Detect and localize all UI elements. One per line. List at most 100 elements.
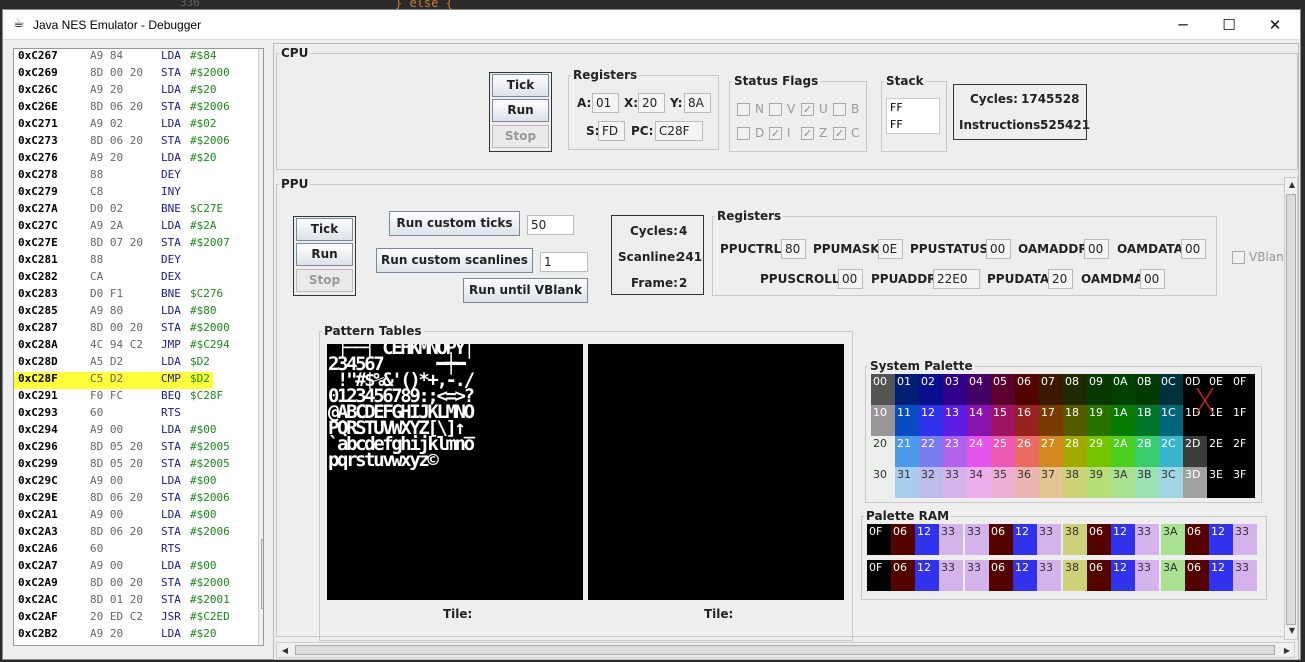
flag-checkbox[interactable]: ✓ bbox=[801, 103, 814, 116]
palette-color-cell[interactable]: 1A bbox=[1111, 405, 1135, 436]
palette-ram-cell[interactable]: 38 bbox=[1063, 560, 1087, 591]
disassembly-row[interactable]: 0xC267 A9 84 LDA #$84 bbox=[14, 49, 263, 66]
palette-color-cell[interactable]: 1F bbox=[1231, 405, 1255, 436]
palette-ram-cell[interactable]: 06 bbox=[891, 560, 915, 591]
palette-color-cell[interactable]: 13 bbox=[943, 405, 967, 436]
palette-color-cell[interactable]: 0A bbox=[1111, 374, 1135, 405]
disassembly-row[interactable]: 0xC29E 8D 06 20 STA #$2006 bbox=[14, 491, 263, 508]
palette-color-cell[interactable]: 04 bbox=[967, 374, 991, 405]
palette-ram-cell[interactable]: 06 bbox=[1087, 560, 1111, 591]
palette-color-cell[interactable]: 00 bbox=[871, 374, 895, 405]
palette-ram-cell[interactable]: 12 bbox=[915, 560, 939, 591]
palette-color-cell[interactable]: 36 bbox=[1015, 467, 1039, 498]
reg-pc-field[interactable]: C28F bbox=[655, 121, 703, 141]
palette-ram-cell[interactable]: 33 bbox=[965, 524, 989, 555]
ppu-stop-button[interactable]: Stop bbox=[296, 269, 353, 292]
palette-color-cell[interactable]: 31 bbox=[895, 467, 919, 498]
stack-list[interactable]: FF FF bbox=[886, 98, 940, 134]
palette-ram-cell[interactable]: 3A bbox=[1161, 524, 1185, 555]
disassembly-row[interactable]: 0xC293 60 RTS bbox=[14, 406, 263, 423]
disassembly-row[interactable]: 0xC283 D0 F1 BNE $C276 bbox=[14, 287, 263, 304]
palette-color-cell[interactable]: 38 bbox=[1063, 467, 1087, 498]
palette-color-cell[interactable]: 30 bbox=[871, 467, 895, 498]
ppu-tick-button[interactable]: Tick bbox=[296, 218, 353, 241]
palette-color-cell[interactable]: 3D bbox=[1183, 467, 1207, 498]
palette-ram-grid[interactable]: 0F 06 12 33 33 06 12 33 38 06 12 33 3A 06 12 33 0F 06 12 33… bbox=[867, 524, 1263, 594]
vblank-checkbox[interactable] bbox=[1232, 251, 1245, 264]
palette-color-cell[interactable]: 02 bbox=[919, 374, 943, 405]
flag-checkbox[interactable]: ✓ bbox=[801, 127, 814, 140]
palette-color-cell[interactable]: 01 bbox=[895, 374, 919, 405]
ppu-run-button[interactable]: Run bbox=[296, 243, 353, 266]
palette-ram-cell[interactable]: 06 bbox=[1185, 524, 1209, 555]
palette-color-cell[interactable]: 35 bbox=[991, 467, 1015, 498]
palette-color-cell[interactable]: 33 bbox=[943, 467, 967, 498]
palette-color-cell[interactable]: 3E bbox=[1207, 467, 1231, 498]
disassembly-row[interactable]: 0xC2A3 8D 06 20 STA #$2006 bbox=[14, 525, 263, 542]
palette-color-cell[interactable]: 10 bbox=[871, 405, 895, 436]
pattern-table-right[interactable] bbox=[588, 344, 844, 600]
scroll-up-icon[interactable]: ▲ bbox=[259, 51, 264, 60]
disassembly-row[interactable]: 0xC271 A9 02 LDA #$02 bbox=[14, 117, 263, 134]
palette-color-cell[interactable]: 3A bbox=[1111, 467, 1135, 498]
palette-ram-cell[interactable]: 33 bbox=[1233, 524, 1257, 555]
palette-color-cell[interactable]: 26 bbox=[1015, 436, 1039, 467]
flag-checkbox[interactable] bbox=[769, 103, 782, 116]
disassembly-row[interactable]: 0xC28A 4C 94 C2 JMP #$C294 bbox=[14, 338, 263, 355]
palette-ram-cell[interactable]: 06 bbox=[1185, 560, 1209, 591]
palette-color-cell[interactable]: 2C bbox=[1159, 436, 1183, 467]
reg-s-field[interactable]: FD bbox=[598, 121, 625, 141]
reg-x-field[interactable]: 20 bbox=[638, 93, 665, 113]
disassembly-row[interactable]: 0xC279 C8 INY bbox=[14, 185, 263, 202]
disassembly-row[interactable]: 0xC2A6 60 RTS bbox=[14, 542, 263, 559]
disassembly-scrollbar[interactable]: ▲ ▼ bbox=[258, 49, 264, 645]
palette-color-cell[interactable]: 29 bbox=[1087, 436, 1111, 467]
palette-ram-cell[interactable]: 06 bbox=[989, 524, 1013, 555]
palette-color-cell[interactable]: 25 bbox=[991, 436, 1015, 467]
disassembly-row[interactable]: 0xC282 CA DEX bbox=[14, 270, 263, 287]
palette-ram-cell[interactable]: 33 bbox=[1135, 524, 1159, 555]
cpu-stop-button[interactable]: Stop bbox=[492, 125, 549, 148]
cpu-tick-button[interactable]: Tick bbox=[492, 74, 549, 97]
palette-ram-cell[interactable]: 33 bbox=[965, 560, 989, 591]
palette-color-cell[interactable]: 37 bbox=[1039, 467, 1063, 498]
scroll-down-icon[interactable]: ▼ bbox=[259, 634, 264, 643]
palette-color-cell[interactable]: 16 bbox=[1015, 405, 1039, 436]
palette-ram-cell[interactable]: 0F bbox=[867, 560, 891, 591]
palette-color-cell[interactable]: 15 bbox=[991, 405, 1015, 436]
minimize-button[interactable]: ─ bbox=[1160, 12, 1206, 38]
palette-color-cell[interactable]: 3C bbox=[1159, 467, 1183, 498]
flag-checkbox[interactable] bbox=[833, 103, 846, 116]
palette-color-cell[interactable]: 07 bbox=[1039, 374, 1063, 405]
palette-ram-cell[interactable]: 33 bbox=[1037, 560, 1061, 591]
cpu-run-button[interactable]: Run bbox=[492, 99, 549, 122]
v-scroll-thumb[interactable] bbox=[1286, 194, 1296, 625]
ppuscroll-field[interactable]: 00 bbox=[838, 269, 863, 289]
palette-color-cell[interactable]: 12 bbox=[919, 405, 943, 436]
palette-color-cell[interactable]: 23 bbox=[943, 436, 967, 467]
palette-color-cell[interactable]: 14 bbox=[967, 405, 991, 436]
palette-color-cell[interactable]: 05 bbox=[991, 374, 1015, 405]
disassembly-row[interactable]: 0xC273 8D 06 20 STA #$2006 bbox=[14, 134, 263, 151]
palette-color-cell[interactable]: 11 bbox=[895, 405, 919, 436]
flag-checkbox[interactable]: ✓ bbox=[769, 127, 782, 140]
palette-color-cell[interactable]: 0C bbox=[1159, 374, 1183, 405]
palette-color-cell[interactable]: 0B bbox=[1135, 374, 1159, 405]
flag-checkbox[interactable]: ✓ bbox=[833, 127, 846, 140]
h-scroll-thumb[interactable] bbox=[295, 645, 1275, 655]
palette-color-cell[interactable]: 34 bbox=[967, 467, 991, 498]
scroll-down-icon[interactable]: ▼ bbox=[1285, 626, 1299, 635]
palette-color-cell[interactable]: 22 bbox=[919, 436, 943, 467]
disassembly-row[interactable]: 0xC269 8D 00 20 STA #$2000 bbox=[14, 66, 263, 83]
maximize-button[interactable]: ☐ bbox=[1206, 12, 1252, 38]
disassembly-row[interactable]: 0xC27C A9 2A LDA #$2A bbox=[14, 219, 263, 236]
scroll-right-icon[interactable]: ▶ bbox=[1280, 646, 1294, 655]
run-until-vblank-button[interactable]: Run until VBlank bbox=[463, 278, 588, 303]
flag-checkbox[interactable] bbox=[737, 127, 750, 140]
palette-ram-cell[interactable]: 06 bbox=[989, 560, 1013, 591]
disassembly-row[interactable]: 0xC2A9 8D 00 20 STA #$2000 bbox=[14, 576, 263, 593]
disassembly-row[interactable]: 0xC2A7 A9 00 LDA #$00 bbox=[14, 559, 263, 576]
palette-color-cell[interactable]: 17 bbox=[1039, 405, 1063, 436]
flag-checkbox[interactable] bbox=[737, 103, 750, 116]
palette-ram-cell[interactable]: 12 bbox=[1111, 560, 1135, 591]
